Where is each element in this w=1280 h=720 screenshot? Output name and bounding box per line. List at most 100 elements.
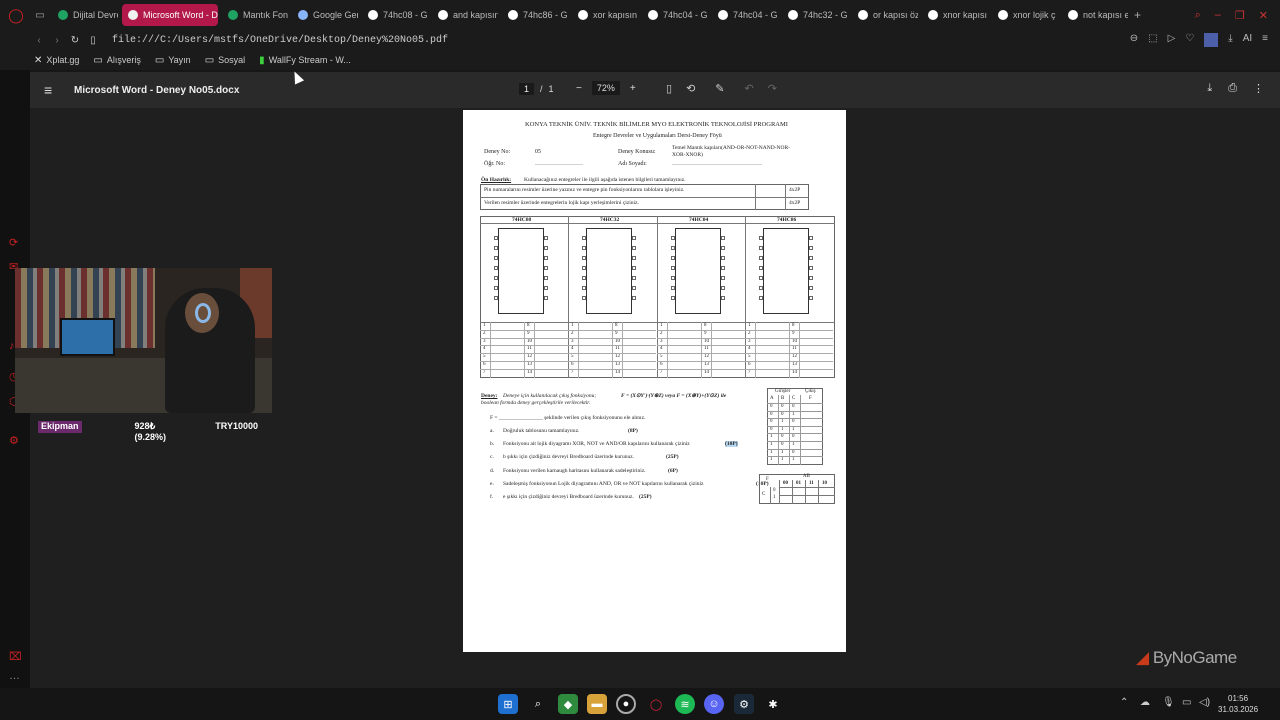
kmap-f-label: F [766, 477, 769, 482]
new-tab-button[interactable]: + [1134, 8, 1141, 22]
redo-icon[interactable]: ↷ [768, 82, 777, 95]
browser-tab[interactable]: Dijital Devre [52, 4, 118, 26]
bug-app-icon[interactable]: ✱ [763, 694, 783, 714]
chip-pin [582, 256, 586, 260]
zoom-icon[interactable]: ⊖ [1130, 33, 1138, 47]
ogr-no-label: Öğr. No: [484, 161, 505, 167]
profile-avatar[interactable] [1204, 33, 1219, 47]
print-icon[interactable]: ⎙ [1228, 82, 1237, 95]
sidebar-music-icon[interactable]: ♪ [9, 340, 15, 352]
aria-ai-button[interactable]: AI [1243, 33, 1252, 47]
browser-tab[interactable]: xnor lojik ç [992, 4, 1058, 26]
zoom-input[interactable]: 72% [591, 81, 620, 95]
chip-pin [494, 246, 498, 250]
tray-volume-icon[interactable]: ◁) [1199, 697, 1210, 708]
opera-icon[interactable]: ◯ [646, 694, 666, 714]
clock[interactable]: 01:56 31.03.2026 [1218, 693, 1258, 715]
discord-icon[interactable]: ☺ [704, 694, 724, 714]
zoom-out-button[interactable]: − [576, 83, 582, 94]
truth-cell: 0 [781, 434, 784, 440]
chrome-icon[interactable]: ● [616, 694, 636, 714]
chip-pin [809, 286, 813, 290]
steam-icon[interactable]: ⚙ [734, 694, 754, 714]
tab-favicon-icon [298, 10, 308, 20]
page-number-input[interactable]: 1 [519, 83, 535, 95]
zoom-in-button[interactable]: + [630, 83, 636, 94]
bookmark-item[interactable]: ▭ Yayın [155, 55, 191, 66]
bookmark-item[interactable]: ▮ WallFy Stream - W... [259, 55, 351, 66]
tray-cloud-icon[interactable]: ☁ [1140, 697, 1150, 708]
tab-label: not kapısı e [1083, 10, 1128, 20]
sidebar-more-icon[interactable]: … [9, 670, 20, 682]
tray-mic-icon[interactable]: 🎙 [1162, 697, 1175, 708]
bookmark-item[interactable]: ✕ Xplat.gg [34, 55, 79, 66]
tab-label: 74hc08 - G [383, 10, 428, 20]
browser-tab[interactable]: Microsoft Word - De [122, 4, 218, 26]
browser-tab[interactable]: 74hc08 - G [362, 4, 428, 26]
truth-cell: 1 [792, 411, 795, 417]
hamburger-menu-icon[interactable]: ≡ [44, 82, 58, 98]
browser-tab[interactable]: Google Gem [292, 4, 358, 26]
sidebar-extension-icon[interactable]: ⌧ [9, 650, 22, 663]
browser-tab[interactable]: not kapısı e [1062, 4, 1128, 26]
sidebar-sync-icon[interactable]: ⟳ [9, 236, 18, 249]
tab-favicon-icon [128, 10, 138, 20]
maximize-button[interactable]: ❐ [1235, 9, 1245, 22]
heart-icon[interactable]: ♡ [1185, 33, 1194, 47]
page-total: 1 [548, 84, 554, 94]
browser-tab[interactable]: 74hc04 - G [712, 4, 778, 26]
tray-chevron-icon[interactable]: ⌃ [1120, 697, 1128, 708]
chip-pin [759, 266, 763, 270]
bookmark-item[interactable]: ▭ Sosyal [205, 55, 245, 66]
browser-tab[interactable]: xor kapısın [572, 4, 638, 26]
snapshot-icon[interactable]: ⬚ [1148, 33, 1157, 47]
rotate-icon[interactable]: ⟲ [686, 82, 695, 95]
browser-tab[interactable]: or kapısı öz [852, 4, 918, 26]
minimize-button[interactable]: – [1215, 9, 1221, 22]
chip-label: 74HC04 [689, 217, 709, 223]
chip-pin [721, 286, 725, 290]
send-icon[interactable]: ▷ [1168, 33, 1176, 47]
tray-network-icon[interactable]: ▭ [1182, 697, 1191, 708]
pin-number: 13 [527, 362, 532, 367]
browser-tab[interactable]: 74hc32 - G [782, 4, 848, 26]
deney-formula: F = (X⊙Y')·(Y⊕Z) veya F = (X⊕Y)+(Y⊙Z) il… [621, 393, 727, 399]
kmap-row-label: 0 [773, 488, 776, 493]
browser-tab[interactable]: and kapısın [432, 4, 498, 26]
file-explorer-icon[interactable]: ▬ [587, 694, 607, 714]
undo-icon[interactable]: ↶ [745, 82, 754, 95]
pin-number: 10 [792, 338, 797, 344]
search-tabs-icon[interactable]: ⌕ [1195, 9, 1201, 22]
tab-label: xnor kapısı [943, 10, 988, 20]
browser-tab[interactable]: 74hc04 - G [642, 4, 708, 26]
browser-tab[interactable]: 74hc86 - G [502, 4, 568, 26]
chip-pin [544, 276, 548, 280]
browser-tab[interactable]: Mantık Fon [222, 4, 288, 26]
menu-icon[interactable]: ≡ [1262, 33, 1268, 47]
bookmark-item[interactable]: ▭ Alışveriş [93, 55, 140, 66]
download-icon[interactable]: ⤓ [1228, 33, 1232, 47]
fit-page-icon[interactable]: ▯ [666, 82, 672, 95]
annotate-icon[interactable]: ✎ [715, 82, 724, 95]
pin-number: 8 [615, 323, 618, 328]
app-icon-green[interactable]: ◆ [558, 694, 578, 714]
opera-logo-icon[interactable]: ◯ [8, 7, 24, 23]
reload-button[interactable]: ↻ [66, 35, 84, 46]
forward-button[interactable]: › [48, 35, 66, 46]
start-button[interactable]: ⊞ [498, 694, 518, 714]
clock-time: 01:56 [1228, 694, 1249, 703]
pin-number: 11 [615, 346, 620, 352]
close-button[interactable]: ✕ [1259, 9, 1268, 22]
sidebar-settings-icon[interactable]: ⚙ [9, 434, 19, 447]
more-options-icon[interactable]: ⋮ [1253, 82, 1264, 95]
back-button[interactable]: ‹ [30, 35, 48, 46]
pin-number: 6 [660, 362, 663, 367]
truth-header-inputs: Girişler [775, 389, 791, 394]
browser-tab[interactable]: xnor kapısı [922, 4, 988, 26]
url-field[interactable]: file:///C:/Users/mstfs/OneDrive/Desktop/… [112, 35, 448, 46]
search-icon[interactable]: ⌕ [528, 694, 548, 714]
hud-label: Ekipman [38, 421, 82, 433]
spotify-icon[interactable]: ≋ [675, 694, 695, 714]
download-pdf-icon[interactable]: ⤓ [1207, 82, 1212, 95]
workspaces-icon[interactable]: ▭ [32, 7, 48, 23]
